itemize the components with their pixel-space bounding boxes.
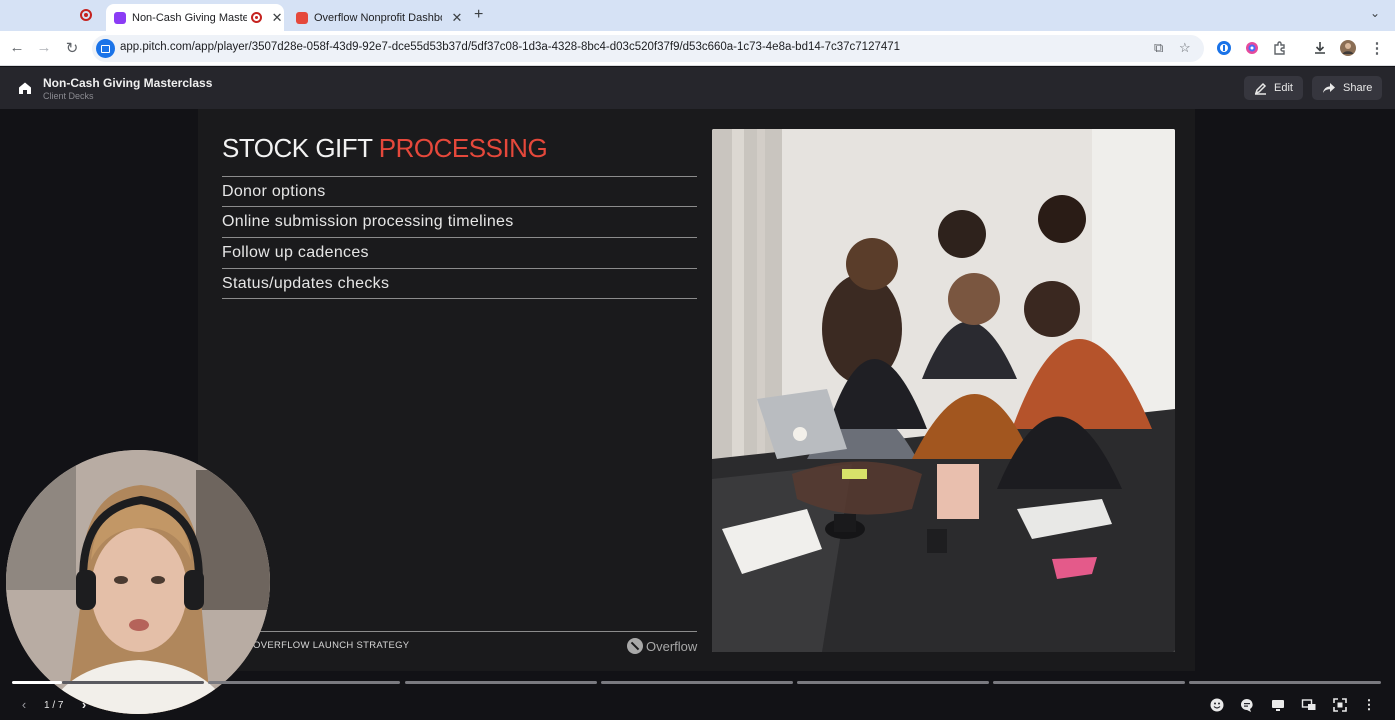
webcam-presenter [6, 450, 270, 714]
slide-title-main: STOCK GIFT [222, 133, 379, 163]
list-item: Online submission processing timelines [222, 213, 514, 230]
browser-menu-icon[interactable]: ⋮ [1368, 39, 1386, 57]
deck-folder[interactable]: Client Decks [43, 91, 94, 101]
new-tab-icon[interactable]: + [474, 6, 483, 24]
url-text[interactable]: app.pitch.com/app/player/3507d28e-058f-4… [120, 41, 900, 53]
logo-text: Overflow [646, 638, 698, 654]
more-options-icon[interactable]: ⋮ [1361, 697, 1377, 713]
slide-progress-segment-4[interactable] [601, 681, 793, 684]
pitch-favicon-icon [114, 11, 126, 24]
slide-title-accent: PROCESSING [378, 133, 548, 163]
forward-icon[interactable]: → [35, 39, 53, 56]
slide-footer: OVERFLOW LAUNCH STRATEGY [253, 640, 410, 651]
slide-progress-segment-5[interactable] [797, 681, 989, 684]
slide-progress-segment-2[interactable] [208, 681, 400, 684]
divider [222, 298, 697, 299]
comment-icon[interactable] [1239, 697, 1255, 713]
edit-label: Edit [1274, 82, 1293, 94]
chevron-down-icon[interactable]: ⌄ [1370, 6, 1380, 20]
team-photo [712, 129, 1175, 652]
avatar[interactable] [1340, 40, 1356, 56]
list-item: Follow up cadences [222, 244, 369, 261]
list-item: Status/updates checks [222, 275, 390, 292]
tab-title: Non-Cash Giving Masterclass [132, 11, 248, 24]
divider [222, 237, 697, 238]
browser-toolbar: ← → ↻ app.pitch.com/app/player/3507d28e-… [0, 31, 1395, 66]
pencil-icon [1254, 82, 1267, 95]
site-camera-icon[interactable] [96, 39, 115, 58]
app-header: Non-Cash Giving Masterclass Client Decks… [0, 67, 1395, 109]
tab-overflow-dashboard[interactable]: Overflow Nonprofit Dashboard ✕ [288, 4, 468, 31]
bookmark-star-icon[interactable]: ☆ [1179, 40, 1191, 56]
colorful-extension-icon[interactable] [1244, 40, 1260, 56]
slide-counter: 1 / 7 [44, 700, 64, 711]
prev-slide-icon[interactable]: ‹ [16, 697, 32, 713]
address-bar[interactable]: app.pitch.com/app/player/3507d28e-058f-4… [92, 35, 1204, 62]
install-app-icon[interactable]: ⧉ [1154, 40, 1163, 56]
slide-progress-segment-6[interactable] [993, 681, 1185, 684]
share-arrow-icon [1323, 83, 1335, 93]
overflow-logo-icon [627, 638, 643, 654]
list-item: Donor options [222, 183, 326, 200]
recording-indicator-icon[interactable] [80, 9, 92, 21]
slide-progress-segment-7[interactable] [1189, 681, 1381, 684]
next-slide-icon[interactable]: › [76, 697, 92, 713]
close-icon[interactable]: ✕ [450, 10, 464, 26]
slide-progress-current[interactable] [12, 681, 62, 684]
download-icon[interactable] [1312, 40, 1328, 56]
edit-button[interactable]: Edit [1244, 76, 1303, 100]
back-icon[interactable]: ← [8, 39, 26, 56]
divider [222, 176, 697, 177]
divider [222, 206, 697, 207]
close-icon[interactable]: ✕ [270, 10, 284, 26]
footer-divider [253, 631, 697, 632]
password-extension-icon[interactable] [1216, 40, 1232, 56]
overflow-logo: Overflow [627, 638, 697, 654]
presenter-notes-icon[interactable] [1270, 697, 1286, 713]
share-button[interactable]: Share [1312, 76, 1383, 100]
slide-title: STOCK GIFT PROCESSING [222, 133, 548, 164]
deck-title: Non-Cash Giving Masterclass [43, 76, 213, 90]
home-icon[interactable] [18, 81, 32, 95]
slide-progress-segment-3[interactable] [405, 681, 597, 684]
picture-in-picture-icon[interactable] [1301, 697, 1317, 713]
reload-icon[interactable]: ↻ [63, 39, 81, 57]
fullscreen-icon[interactable] [1332, 697, 1348, 713]
tab-title: Overflow Nonprofit Dashboard [314, 11, 442, 24]
divider [222, 268, 697, 269]
browser-tab-bar: Non-Cash Giving Masterclass ✕ Overflow N… [0, 0, 1395, 31]
share-label: Share [1343, 82, 1373, 94]
extensions-puzzle-icon[interactable] [1272, 40, 1288, 56]
slide-progress-segment-1[interactable] [62, 681, 204, 684]
emoji-reaction-icon[interactable] [1209, 697, 1225, 713]
overflow-favicon-icon [296, 11, 308, 24]
tab-non-cash-giving[interactable]: Non-Cash Giving Masterclass ✕ [106, 4, 284, 31]
tab-recording-icon [251, 12, 263, 23]
